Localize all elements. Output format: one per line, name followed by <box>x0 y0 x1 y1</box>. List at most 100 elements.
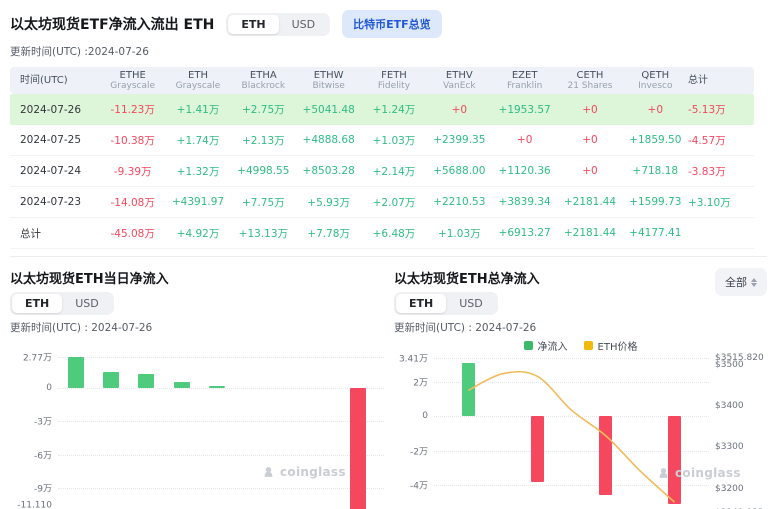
table-row[interactable]: 总计-45.08万+4.92万+13.13万+7.78万+6.48万+1.03万… <box>10 218 754 249</box>
flow-value: +3839.34 <box>492 196 557 208</box>
flow-value: +718.18 <box>623 165 688 177</box>
flow-value: +13.13万 <box>231 226 296 241</box>
table-row[interactable]: 2024-07-24-9.39万+1.32万+4998.55+8503.28+2… <box>10 156 754 187</box>
range-filter-dropdown[interactable]: 全部 <box>715 268 767 296</box>
update-time: 更新时间(UTC) :2024-07-26 <box>10 44 767 59</box>
flow-value: +2.13万 <box>231 133 296 148</box>
etf-issuer: VanEck <box>427 81 492 91</box>
daily-chart-title: 以太坊现货ETH当日净流入 <box>10 268 384 287</box>
currency-toggle: ETH USD <box>226 13 330 36</box>
etf-ticker: ETHV <box>427 70 492 82</box>
etf-flow-table: 时间(UTC)ETHEGrayscaleETHGrayscaleETHABlac… <box>10 67 754 249</box>
range-filter-label: 全部 <box>725 274 747 290</box>
toggle-eth[interactable]: ETH <box>396 294 446 313</box>
etf-ticker: QETH <box>623 70 688 82</box>
flow-value: +3.10万 <box>688 195 754 210</box>
watermark-text: coinglass <box>675 466 741 480</box>
etf-dashboard-page: 以太坊现货ETF净流入流出 ETH ETH USD 比特币ETF总览 更新时间(… <box>0 0 779 509</box>
etf-issuer: Fidelity <box>361 81 426 91</box>
flow-value: +1.24万 <box>361 102 426 117</box>
flow-value: +1120.36 <box>492 165 557 177</box>
flow-value: +6.48万 <box>361 226 426 241</box>
toggle-usd[interactable]: USD <box>279 15 329 34</box>
legend-netflow-label: 净流入 <box>538 338 568 353</box>
column-header: 总计 <box>688 75 754 87</box>
etf-issuer: Franklin <box>492 81 557 91</box>
etf-issuer: Blackrock <box>231 81 296 91</box>
toggle-eth[interactable]: ETH <box>12 294 62 313</box>
y-axis-label: -3万 <box>10 415 52 428</box>
flow-value: +7.75万 <box>231 195 296 210</box>
flow-value: +5.93万 <box>296 195 361 210</box>
netflow-bar[interactable] <box>68 357 84 388</box>
daily-currency-toggle: ETH USD <box>10 292 114 315</box>
etf-issuer: Bitwise <box>296 81 361 91</box>
toggle-usd[interactable]: USD <box>446 294 496 313</box>
y-axis-label: 2.77万 <box>10 351 52 364</box>
charts-section: 以太坊现货ETH当日净流入 ETH USD 更新时间(UTC) : 2024-0… <box>10 256 767 509</box>
flow-value: -14.08万 <box>100 195 165 210</box>
flow-value: +1.32万 <box>165 164 230 179</box>
legend-eth-price[interactable]: ETH价格 <box>584 338 638 352</box>
flow-value: +5041.48 <box>296 104 361 116</box>
total-netflow-card: 以太坊现货ETH总净流入 ETH USD 更新时间(UTC) : 2024-07… <box>384 268 767 509</box>
flow-value: +1.03万 <box>361 133 426 148</box>
flow-value: +1.41万 <box>165 102 230 117</box>
netflow-bar[interactable] <box>103 372 119 388</box>
eth-price-line <box>394 358 767 509</box>
etf-ticker: ETHA <box>231 70 296 82</box>
gridline <box>58 357 384 358</box>
flow-value: +7.78万 <box>296 226 361 241</box>
flow-value: +4177.41 <box>623 227 688 239</box>
table-row[interactable]: 2024-07-26-11.23万+1.41万+2.75万+5041.48+1.… <box>10 94 754 125</box>
table-body: 2024-07-26-11.23万+1.41万+2.75万+5041.48+1.… <box>10 94 754 249</box>
etf-ticker: ETHE <box>100 70 165 82</box>
total-chart-update-time: 更新时间(UTC) : 2024-07-26 <box>394 320 540 335</box>
netflow-bar[interactable] <box>138 374 154 388</box>
chart-legend: 净流入 ETH价格 <box>394 338 767 352</box>
flow-value: +2.14万 <box>361 164 426 179</box>
btc-etf-overview-button[interactable]: 比特币ETF总览 <box>342 10 442 38</box>
legend-eth-price-label: ETH价格 <box>598 338 638 353</box>
row-date: 2024-07-26 <box>10 104 100 116</box>
page-title: 以太坊现货ETF净流入流出 ETH <box>10 14 214 34</box>
table-row[interactable]: 2024-07-23-14.08万+4391.97+7.75万+5.93万+2.… <box>10 187 754 218</box>
flow-value: +5688.00 <box>427 165 492 177</box>
flow-value: +0 <box>557 134 622 146</box>
column-header: ETHABlackrock <box>231 70 296 92</box>
flow-value: +0 <box>427 104 492 116</box>
etf-issuer: Grayscale <box>100 81 165 91</box>
netflow-bar[interactable] <box>174 382 190 388</box>
flow-value: -11.23万 <box>100 102 165 117</box>
flow-value: +2399.35 <box>427 134 492 146</box>
toggle-eth[interactable]: ETH <box>228 15 278 34</box>
flow-value: +4998.55 <box>231 165 296 177</box>
daily-netflow-chart: 2.77万0-3万-6万-9万-11.110万ETHAETHFETHETHWEZ… <box>10 357 384 509</box>
flow-value: +0 <box>557 165 622 177</box>
column-header: EZETFranklin <box>492 70 557 92</box>
etf-ticker: CETH <box>557 70 622 82</box>
etf-ticker: ETHW <box>296 70 361 82</box>
flow-value: +4391.97 <box>165 196 230 208</box>
row-date: 2024-07-23 <box>10 196 100 208</box>
gridline <box>58 388 384 389</box>
row-date: 2024-07-25 <box>10 134 100 146</box>
gridline <box>58 421 384 422</box>
column-header: QETHInvesco <box>623 70 688 92</box>
flow-value: -9.39万 <box>100 164 165 179</box>
toggle-usd[interactable]: USD <box>62 294 112 313</box>
flow-value: -10.38万 <box>100 133 165 148</box>
daily-netflow-card: 以太坊现货ETH当日净流入 ETH USD 更新时间(UTC) : 2024-0… <box>10 268 384 509</box>
flow-value: +1.03万 <box>427 226 492 241</box>
flow-value: +6913.27 <box>492 227 557 239</box>
netflow-bar[interactable] <box>350 388 366 509</box>
gridline <box>58 455 384 456</box>
updown-arrows-icon <box>751 278 757 287</box>
etf-issuer: 21 Shares <box>557 81 622 91</box>
netflow-bar[interactable] <box>209 386 225 388</box>
etf-issuer: Grayscale <box>165 81 230 91</box>
legend-netflow[interactable]: 净流入 <box>524 338 568 352</box>
total-currency-toggle: ETH USD <box>394 292 498 315</box>
table-row[interactable]: 2024-07-25-10.38万+1.74万+2.13万+4888.68+1.… <box>10 125 754 156</box>
coinglass-watermark: coinglass <box>657 466 741 480</box>
